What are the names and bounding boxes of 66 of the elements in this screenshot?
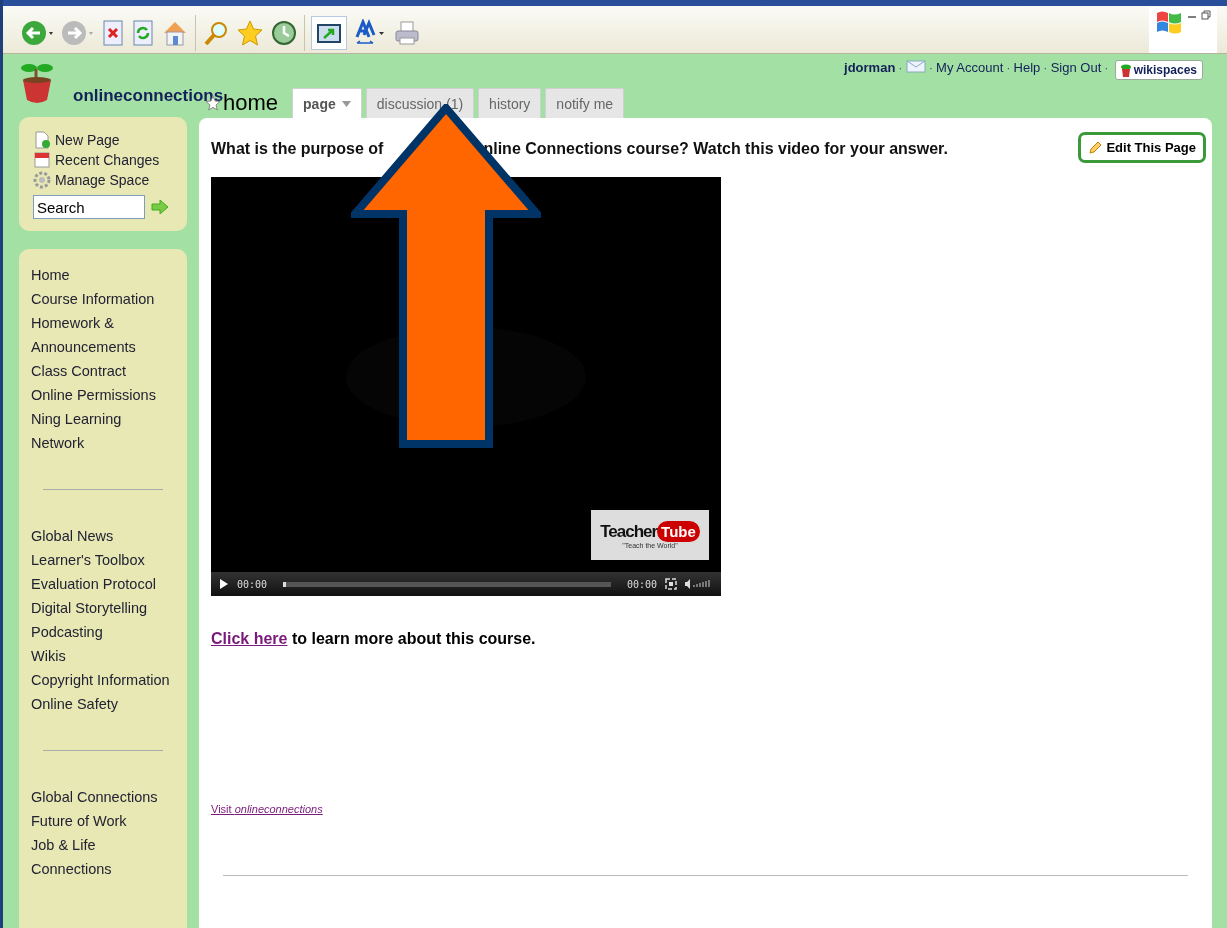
- flowerpot-icon: [1120, 63, 1131, 77]
- separator-dot: ·: [898, 60, 903, 75]
- account-link[interactable]: Help: [1013, 60, 1041, 75]
- nav-link[interactable]: Online Safety: [31, 692, 173, 716]
- nav-link[interactable]: Homework & Announcements: [31, 311, 173, 359]
- gear-icon: [33, 171, 51, 189]
- separator-dot: ·: [1104, 60, 1109, 75]
- nav-link[interactable]: Evaluation Protocol: [31, 572, 173, 596]
- window-icon[interactable]: [311, 15, 347, 50]
- nav-link[interactable]: Global News: [31, 524, 173, 548]
- duration-time: 00:00: [626, 578, 657, 590]
- nav-link[interactable]: Class Contract: [31, 359, 173, 383]
- nav-link[interactable]: Podcasting: [31, 620, 173, 644]
- nav-link[interactable]: Digital Storytelling: [31, 596, 173, 620]
- edit-page-button[interactable]: Edit This Page: [1078, 132, 1206, 163]
- stop-icon[interactable]: [101, 18, 125, 47]
- nav-link[interactable]: Learner's Toolbox: [31, 548, 173, 572]
- pencil-icon: [1088, 140, 1103, 155]
- account-link[interactable]: Sign Out: [1050, 60, 1102, 75]
- site-name[interactable]: onlineconnections: [73, 86, 224, 106]
- username-link[interactable]: jdorman: [844, 60, 896, 75]
- tool-link[interactable]: Manage Space: [33, 171, 177, 189]
- click-here-link[interactable]: Click here: [211, 630, 288, 647]
- calendar-icon: [33, 151, 51, 169]
- printer-icon[interactable]: [393, 18, 421, 47]
- bonsai-logo-icon: [19, 62, 55, 104]
- page-tab[interactable]: notify me: [545, 88, 625, 118]
- separator-dot: ·: [1043, 60, 1048, 75]
- separator-dot: ·: [1006, 60, 1011, 75]
- tool-link[interactable]: Recent Changes: [33, 151, 177, 169]
- star-icon[interactable]: [236, 18, 264, 47]
- tool-link[interactable]: New Page: [33, 131, 177, 149]
- font-size-icon[interactable]: [353, 18, 387, 47]
- search-field[interactable]: Search: [33, 195, 145, 219]
- back-icon[interactable]: [21, 18, 55, 47]
- new-page-icon: [33, 131, 51, 149]
- elapsed-time: 00:00: [237, 578, 268, 590]
- page-tab[interactable]: history: [478, 88, 542, 118]
- question-text: What is the purpose of: [211, 140, 384, 158]
- seek-bar[interactable]: [283, 581, 611, 587]
- go-arrow-icon[interactable]: [151, 200, 169, 214]
- forward-icon[interactable]: [61, 18, 95, 47]
- page-tab[interactable]: page: [292, 88, 362, 118]
- page-title: home: [223, 90, 279, 116]
- wikispaces-link[interactable]: wikispaces: [1114, 60, 1203, 80]
- restore-icon[interactable]: [1201, 8, 1211, 21]
- play-icon[interactable]: [219, 579, 229, 589]
- history-icon[interactable]: [270, 18, 298, 47]
- fullscreen-icon[interactable]: [665, 578, 677, 590]
- nav-link[interactable]: Copyright Information: [31, 668, 173, 692]
- separator-dot: ·: [928, 60, 934, 75]
- mail-icon[interactable]: [905, 60, 926, 73]
- nav-link[interactable]: Future of Work: [31, 809, 173, 833]
- learn-more-text: to learn more about this course.: [291, 630, 536, 647]
- nav-link[interactable]: Course Information: [31, 287, 173, 311]
- account-link[interactable]: My Account: [936, 60, 1004, 75]
- nav-link[interactable]: Job & Life Connections: [31, 833, 173, 881]
- caret-icon[interactable]: [341, 100, 351, 107]
- volume-icon[interactable]: [685, 579, 713, 589]
- nav-link[interactable]: Global Connections: [31, 785, 173, 809]
- nav-link[interactable]: Ning Learning Network: [31, 407, 173, 455]
- visit-link[interactable]: Visit onlineconnections: [211, 803, 323, 815]
- nav-link[interactable]: Online Permissions: [31, 383, 173, 407]
- nav-link[interactable]: Wikis: [31, 644, 173, 668]
- nav-link[interactable]: Home: [31, 263, 173, 287]
- refresh-icon[interactable]: [131, 18, 155, 47]
